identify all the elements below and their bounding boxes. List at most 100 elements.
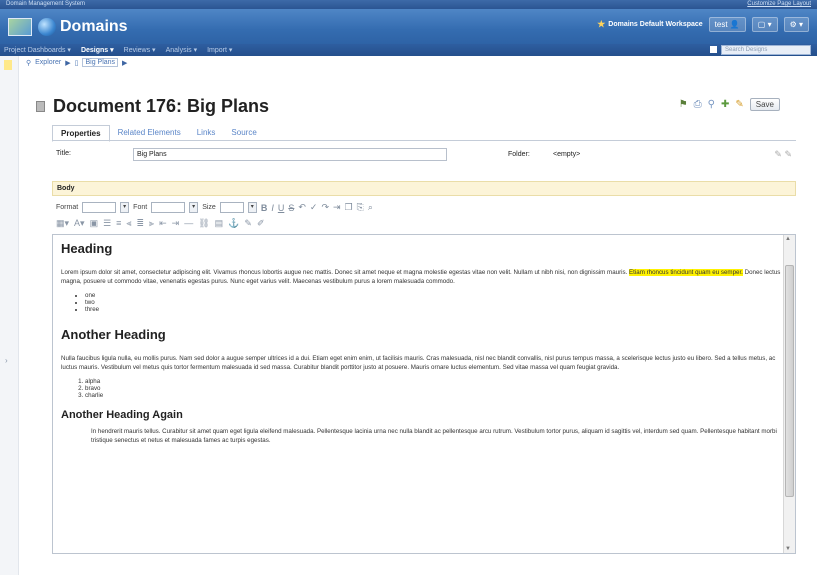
header-controls: ★ Domains Default Workspace test 👤 ▢ ▾ ⚙… <box>597 17 809 32</box>
font-select[interactable] <box>151 202 186 213</box>
editor-toolbar-row2: ▦▾ A▾ ▣ ☰ ≡ ⫷ ≣ ⫸ ⇤ ⇥ ― ⛓ ▤ ⚓ ✎ ✐ <box>56 218 264 229</box>
nav-designs[interactable]: Designs ▾ <box>81 46 114 54</box>
bullet-list: one two three <box>85 292 781 313</box>
numbered-list-icon[interactable]: ≡ <box>116 218 121 229</box>
undo-icon[interactable]: ↶ <box>298 202 306 213</box>
paragraph-1-text: Lorem ipsum dolor sit amet, consectetur … <box>61 269 630 276</box>
pencil-icon[interactable]: ✎ ✎ <box>774 149 792 160</box>
breadcrumb-next-icon[interactable]: ▶ <box>122 59 127 67</box>
text-color-icon[interactable]: A▾ <box>74 218 85 229</box>
breadcrumb: ⚲ Explorer ▶ ▯ Big Plans ▶ <box>26 58 127 67</box>
image-icon[interactable]: ▣ <box>90 218 99 229</box>
size-label: Size <box>202 204 216 211</box>
document-small-icon: ▯ <box>74 59 79 67</box>
underline-icon[interactable]: U <box>278 203 285 213</box>
format-dropdown-icon[interactable]: ▾ <box>120 202 130 213</box>
app-header: Domains ★ Domains Default Workspace test… <box>0 9 817 44</box>
user-menu-button[interactable]: test 👤 <box>708 17 746 32</box>
editor-toolbar-row1: Format ▾ Font ▾ Size ▾ B I U S ↶ ✓ ↷ ⇥ ❐… <box>56 202 373 213</box>
breadcrumb-explorer[interactable]: Explorer <box>35 59 61 66</box>
media-icon[interactable]: ▤ <box>215 218 224 229</box>
document-title: Document 176: Big Plans <box>53 96 270 116</box>
align-right-icon[interactable]: ⫸ <box>149 218 154 229</box>
list-item: two <box>85 299 781 306</box>
content-paragraph-3: In hendrerit mauris tellus. Curabitur si… <box>91 428 777 444</box>
format-select[interactable] <box>82 202 117 213</box>
editor-scrollbar[interactable]: ▲ ▼ <box>783 235 795 553</box>
save-button[interactable]: Save <box>749 98 780 111</box>
workspace-label: Domains Default Workspace <box>608 21 703 28</box>
content-heading-1: Heading <box>61 241 113 256</box>
folder-value[interactable]: <empty> <box>553 151 580 158</box>
numbered-list: alpha bravo charlie <box>85 378 781 399</box>
bold-icon[interactable]: B <box>261 203 268 213</box>
find-icon[interactable]: ⌕ <box>368 202 373 213</box>
list-item: bravo <box>85 385 781 392</box>
scroll-thumb[interactable] <box>785 265 794 497</box>
brush-icon[interactable]: ✎ <box>244 218 252 229</box>
content-paragraph-1: Lorem ipsum dolor sit amet, consectetur … <box>61 268 781 286</box>
check-icon[interactable]: ✓ <box>310 202 318 213</box>
expand-arrow-icon[interactable]: › <box>5 356 8 365</box>
app-title: Domains <box>60 17 128 35</box>
title-label: Title: <box>56 150 71 157</box>
indent-icon[interactable]: ⇥ <box>333 202 341 213</box>
folder-label: Folder: <box>508 151 530 158</box>
body-section-header: Body <box>52 181 796 196</box>
nav-import[interactable]: Import ▾ <box>207 46 232 54</box>
sidebar-marker[interactable] <box>4 60 12 70</box>
title-field[interactable]: Big Plans <box>133 148 447 161</box>
rich-text-editor[interactable]: Heading Lorem ipsum dolor sit amet, cons… <box>52 234 796 554</box>
link-icon[interactable]: ⛓ <box>198 218 209 229</box>
paste-icon[interactable]: ⎘ <box>357 202 364 213</box>
table-icon[interactable]: ▦▾ <box>56 218 69 229</box>
workspace-icon: ★ <box>597 19 606 29</box>
list-item: three <box>85 306 781 313</box>
content-heading-3: Another Heading Again <box>61 409 183 421</box>
font-dropdown-icon[interactable]: ▾ <box>189 202 199 213</box>
window-menu-button[interactable]: ▢ ▾ <box>751 17 778 32</box>
copy-icon[interactable]: ❐ <box>345 202 353 213</box>
top-strip-left: Domain Management System <box>6 1 86 7</box>
indent-more-icon[interactable]: ⇥ <box>172 218 180 229</box>
scroll-down-icon[interactable]: ▼ <box>785 546 791 552</box>
outdent-icon[interactable]: ⇤ <box>159 218 167 229</box>
list-item: alpha <box>85 378 781 385</box>
edit-icon[interactable]: ✎ <box>735 99 743 110</box>
explorer-icon: ⚲ <box>26 59 32 67</box>
strikethrough-icon[interactable]: S <box>288 203 294 213</box>
format-label: Format <box>56 204 79 211</box>
nav-analysis[interactable]: Analysis ▾ <box>166 46 198 54</box>
size-dropdown-icon[interactable]: ▾ <box>247 202 257 213</box>
main-panel: ⚲ Explorer ▶ ▯ Big Plans ▶ Document 176:… <box>22 56 800 575</box>
anchor-icon[interactable]: ⚓ <box>228 218 239 229</box>
settings-menu-button[interactable]: ⚙ ▾ <box>783 17 809 32</box>
nav-project-dashboards[interactable]: Project Dashboards ▾ <box>4 46 71 54</box>
filter-icon[interactable]: ⚲ <box>708 99 715 110</box>
font-label: Font <box>133 204 148 211</box>
tab-divider <box>52 140 796 141</box>
app-logo <box>8 17 32 36</box>
align-center-icon[interactable]: ≣ <box>137 218 145 229</box>
align-left-icon[interactable]: ⫷ <box>126 218 131 229</box>
search-scope-icon[interactable] <box>710 46 717 53</box>
scroll-up-icon[interactable]: ▲ <box>785 236 791 242</box>
nav-reviews[interactable]: Reviews ▾ <box>124 46 156 54</box>
left-sidebar: › <box>0 56 19 575</box>
customize-layout-link[interactable]: Customize Page Layout <box>747 0 811 9</box>
redo-icon[interactable]: ↷ <box>321 202 329 213</box>
bullet-list-icon[interactable]: ☰ <box>103 218 111 229</box>
workspace-selector[interactable]: ★ Domains Default Workspace <box>597 19 702 30</box>
breadcrumb-item[interactable]: Big Plans <box>82 58 119 67</box>
print-icon[interactable]: ⎙ <box>694 99 702 110</box>
editor-content: Heading Lorem ipsum dolor sit amet, cons… <box>61 237 781 451</box>
tag-icon[interactable]: ✚ <box>721 99 729 110</box>
italic-icon[interactable]: I <box>271 203 274 213</box>
edit-source-icon[interactable]: ✐ <box>257 218 265 229</box>
search-input[interactable]: Search Designs <box>721 45 811 55</box>
lock-icon[interactable]: ⚑ <box>679 99 688 110</box>
hr-icon[interactable]: ― <box>184 218 193 229</box>
size-select[interactable] <box>219 202 244 213</box>
highlighted-text: Etiam rhoncus tincidunt quam eu semper. <box>629 269 743 276</box>
list-item: charlie <box>85 392 781 399</box>
